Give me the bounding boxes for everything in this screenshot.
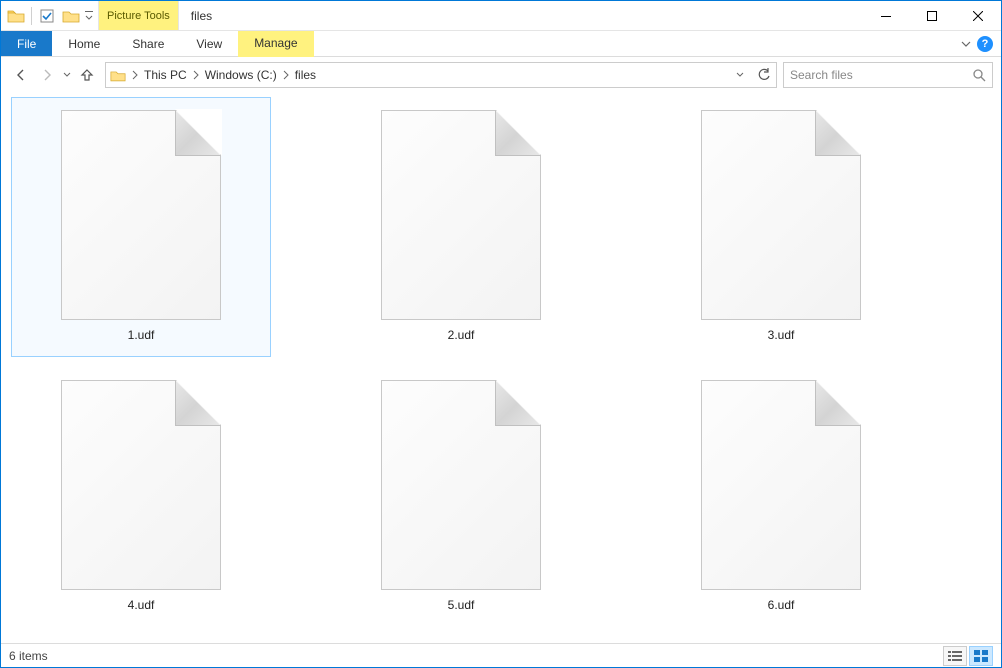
file-item[interactable]: 6.udf bbox=[651, 367, 911, 627]
breadcrumb-item[interactable]: This PC bbox=[140, 68, 191, 82]
details-view-button[interactable] bbox=[943, 646, 967, 666]
recent-locations-dropdown[interactable] bbox=[61, 71, 73, 79]
status-bar: 6 items bbox=[1, 643, 1001, 667]
separator bbox=[31, 7, 32, 25]
tab-share[interactable]: Share bbox=[116, 31, 180, 56]
new-folder-icon[interactable] bbox=[60, 5, 82, 27]
contextual-tab-header: Picture Tools bbox=[98, 1, 179, 30]
forward-button[interactable] bbox=[35, 63, 59, 87]
file-name-label: 4.udf bbox=[128, 598, 155, 612]
up-button[interactable] bbox=[75, 63, 99, 87]
address-bar[interactable]: This PC Windows (C:) files bbox=[105, 62, 777, 88]
file-name-label: 3.udf bbox=[768, 328, 795, 342]
close-button[interactable] bbox=[955, 1, 1001, 30]
breadcrumb-arrow-icon[interactable] bbox=[130, 70, 140, 80]
breadcrumb-arrow-icon[interactable] bbox=[191, 70, 201, 80]
properties-icon[interactable] bbox=[36, 5, 58, 27]
file-thumbnail bbox=[701, 110, 861, 320]
navigation-bar: This PC Windows (C:) files bbox=[1, 57, 1001, 93]
file-tab[interactable]: File bbox=[1, 31, 52, 56]
tab-home[interactable]: Home bbox=[52, 31, 116, 56]
address-folder-icon bbox=[106, 69, 130, 82]
ribbon: File Home Share View Manage ? bbox=[1, 31, 1001, 57]
file-name-label: 2.udf bbox=[448, 328, 475, 342]
file-item[interactable]: 2.udf bbox=[331, 97, 591, 357]
qat-dropdown[interactable] bbox=[84, 9, 94, 23]
ribbon-expand-icon[interactable] bbox=[961, 39, 971, 49]
window-controls bbox=[863, 1, 1001, 30]
refresh-icon[interactable] bbox=[752, 63, 776, 87]
maximize-button[interactable] bbox=[909, 1, 955, 30]
file-item[interactable]: 3.udf bbox=[651, 97, 911, 357]
search-box[interactable] bbox=[783, 62, 993, 88]
breadcrumb-item[interactable]: Windows (C:) bbox=[201, 68, 281, 82]
help-icon[interactable]: ? bbox=[977, 36, 993, 52]
file-name-label: 6.udf bbox=[768, 598, 795, 612]
file-view[interactable]: 1.udf 2.udf 3.udf 4.udf 5.udf 6.udf bbox=[1, 93, 1001, 643]
title-bar: Picture Tools files bbox=[1, 1, 1001, 31]
search-icon[interactable] bbox=[972, 68, 986, 82]
quick-access-toolbar bbox=[1, 1, 98, 30]
file-name-label: 5.udf bbox=[448, 598, 475, 612]
back-button[interactable] bbox=[9, 63, 33, 87]
file-thumbnail bbox=[61, 110, 221, 320]
minimize-button[interactable] bbox=[863, 1, 909, 30]
file-thumbnail bbox=[381, 380, 541, 590]
file-thumbnail bbox=[381, 110, 541, 320]
search-input[interactable] bbox=[790, 68, 972, 82]
breadcrumb-item[interactable]: files bbox=[291, 68, 320, 82]
file-item[interactable]: 4.udf bbox=[11, 367, 271, 627]
file-name-label: 1.udf bbox=[128, 328, 155, 342]
address-dropdown-icon[interactable] bbox=[728, 63, 752, 87]
file-thumbnail bbox=[61, 380, 221, 590]
file-item[interactable]: 5.udf bbox=[331, 367, 591, 627]
tab-view[interactable]: View bbox=[180, 31, 238, 56]
thumbnails-view-button[interactable] bbox=[969, 646, 993, 666]
file-item[interactable]: 1.udf bbox=[11, 97, 271, 357]
contextual-tab-label: Picture Tools bbox=[107, 10, 170, 22]
file-thumbnail bbox=[701, 380, 861, 590]
folder-icon bbox=[5, 5, 27, 27]
breadcrumb-arrow-icon[interactable] bbox=[281, 70, 291, 80]
window-title: files bbox=[179, 1, 212, 30]
status-item-count: 6 items bbox=[9, 649, 48, 663]
tab-manage[interactable]: Manage bbox=[238, 31, 313, 57]
